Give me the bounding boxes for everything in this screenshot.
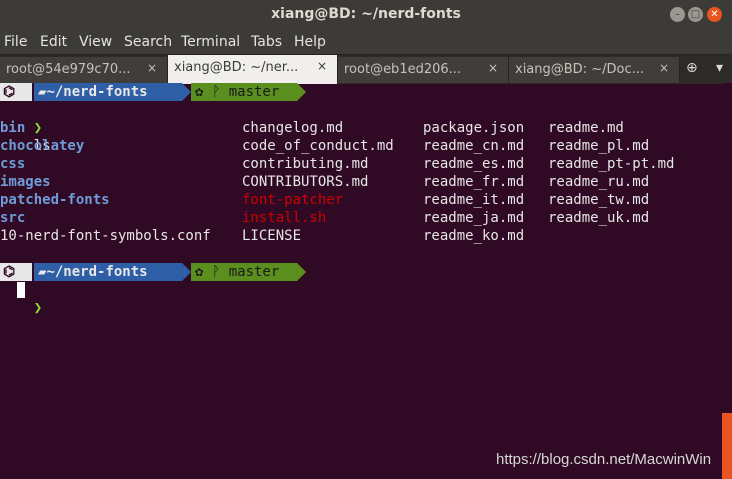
- menu-file[interactable]: File: [4, 34, 27, 50]
- title-bar: xiang@BD: ~/nerd-fonts – □ ✕: [0, 0, 732, 30]
- os-icon: ⌬: [0, 83, 32, 101]
- tab-label: root@eb1ed206...: [344, 62, 462, 77]
- tab-label: xiang@BD: ~/ner...: [174, 60, 299, 75]
- list-item: font-patcher: [242, 192, 344, 208]
- scrollbar[interactable]: [722, 83, 732, 479]
- listing-col-1: bin chocolatey css images patched-fonts src 10…: [0, 119, 211, 245]
- list-item: readme_it.md: [423, 192, 525, 208]
- list-item: changelog.md: [242, 120, 344, 136]
- list-item: readme_ru.md: [548, 174, 650, 190]
- prompt-git: ✿ ᚹ master: [191, 83, 297, 101]
- prompt-git: ✿ ᚹ master: [191, 263, 297, 281]
- menu-tabs[interactable]: Tabs: [251, 34, 282, 50]
- list-item: readme_tw.md: [548, 192, 650, 208]
- prompt-dir: ▰~/nerd-fonts: [34, 263, 182, 281]
- list-item: readme_uk.md: [548, 210, 650, 226]
- list-item: readme.md: [548, 120, 624, 136]
- terminal-output[interactable]: ⌬ ▰~/nerd-fonts ✿ ᚹ master ❯ ls bin choco…: [0, 83, 722, 479]
- listing-col-3: package.json readme_cn.md readme_es.mdread…: [423, 119, 524, 245]
- window-title: xiang@BD: ~/nerd-fonts: [271, 6, 461, 22]
- tab-close-icon[interactable]: ×: [147, 61, 157, 75]
- tab-bar: root@54e979c70... × xiang@BD: ~/ner... ×…: [0, 54, 732, 84]
- tab-label: root@54e979c70...: [6, 62, 131, 77]
- list-item: package.json: [423, 120, 525, 136]
- segment-arrow: [297, 263, 306, 281]
- tab-close-icon[interactable]: ×: [317, 59, 327, 73]
- tab-3[interactable]: root@eb1ed206... ×: [338, 57, 509, 83]
- list-item: readme_es.md: [423, 156, 525, 172]
- menu-terminal[interactable]: Terminal: [181, 34, 240, 50]
- list-item: CONTRIBUTORS.md: [242, 174, 369, 190]
- list-item: bin: [0, 120, 26, 136]
- prompt-line: ⌬ ▰~/nerd-fonts ✿ ᚹ master: [0, 263, 320, 281]
- menu-view[interactable]: View: [79, 34, 112, 50]
- tab-close-icon[interactable]: ×: [659, 61, 669, 75]
- list-item: images: [0, 174, 51, 190]
- scrollbar-thumb[interactable]: [722, 413, 732, 479]
- os-icon: ⌬: [0, 263, 32, 281]
- command-line: ❯ ls: [0, 101, 51, 154]
- close-window-button[interactable]: ✕: [707, 7, 722, 22]
- tab-2-active[interactable]: xiang@BD: ~/ner... ×: [168, 55, 338, 84]
- list-item: readme_fr.md: [423, 174, 525, 190]
- listing-col-2: changelog.md code_of_conduct.md contributi…: [242, 119, 394, 245]
- list-item: contributing.md: [242, 156, 369, 172]
- branch-icon: ᚹ: [211, 264, 221, 280]
- branch-name: master: [228, 84, 280, 100]
- list-item: css: [0, 156, 26, 172]
- menu-help[interactable]: Help: [294, 34, 326, 50]
- segment-arrow: [297, 83, 306, 101]
- text-cursor: [17, 282, 25, 298]
- list-item: code_of_conduct.md: [242, 138, 394, 154]
- watermark: https://blog.csdn.net/MacwinWin: [496, 451, 712, 468]
- listing-col-4: readme.md readme_pl.md readme_pt-pt.mdread…: [548, 119, 674, 227]
- github-icon: ✿: [195, 264, 204, 280]
- menu-search[interactable]: Search: [124, 34, 172, 50]
- prompt-line: ⌬ ▰~/nerd-fonts ✿ ᚹ master: [0, 83, 320, 101]
- list-item: readme_pt-pt.md: [548, 156, 675, 172]
- branch-name: master: [228, 264, 280, 280]
- list-item: readme_ja.md: [423, 210, 525, 226]
- tab-1[interactable]: root@54e979c70... ×: [0, 57, 168, 83]
- tab-label: xiang@BD: ~/Doc...: [515, 62, 644, 77]
- segment-arrow: [182, 263, 191, 281]
- prompt-chevron-icon: ❯: [33, 300, 43, 316]
- list-item: readme_ko.md: [423, 228, 525, 244]
- list-item: chocolatey: [0, 138, 85, 154]
- list-item: patched-fonts: [0, 192, 110, 208]
- list-item: 10-nerd-font-symbols.conf: [0, 228, 211, 244]
- branch-icon: ᚹ: [211, 84, 221, 100]
- prompt-dir-text: ~/nerd-fonts: [46, 264, 148, 280]
- prompt-dir-text: ~/nerd-fonts: [46, 84, 148, 100]
- minimize-button[interactable]: –: [670, 7, 685, 22]
- list-item: readme_cn.md: [423, 138, 525, 154]
- tab-close-icon[interactable]: ×: [488, 61, 498, 75]
- github-icon: ✿: [195, 84, 204, 100]
- menu-edit[interactable]: Edit: [40, 34, 67, 50]
- maximize-button[interactable]: □: [688, 7, 703, 22]
- new-tab-icon[interactable]: ⊕: [686, 60, 698, 76]
- list-item: install.sh: [242, 210, 327, 226]
- prompt-dir: ▰~/nerd-fonts: [34, 83, 182, 101]
- list-item: readme_pl.md: [548, 138, 650, 154]
- segment-arrow: [182, 83, 191, 101]
- list-item: LICENSE: [242, 228, 302, 244]
- menu-bar: File Edit View Search Terminal Tabs Help: [0, 30, 732, 54]
- tabs-menu-icon[interactable]: ▾: [716, 60, 723, 76]
- list-item: src: [0, 210, 26, 226]
- tab-4[interactable]: xiang@BD: ~/Doc... ×: [509, 57, 680, 83]
